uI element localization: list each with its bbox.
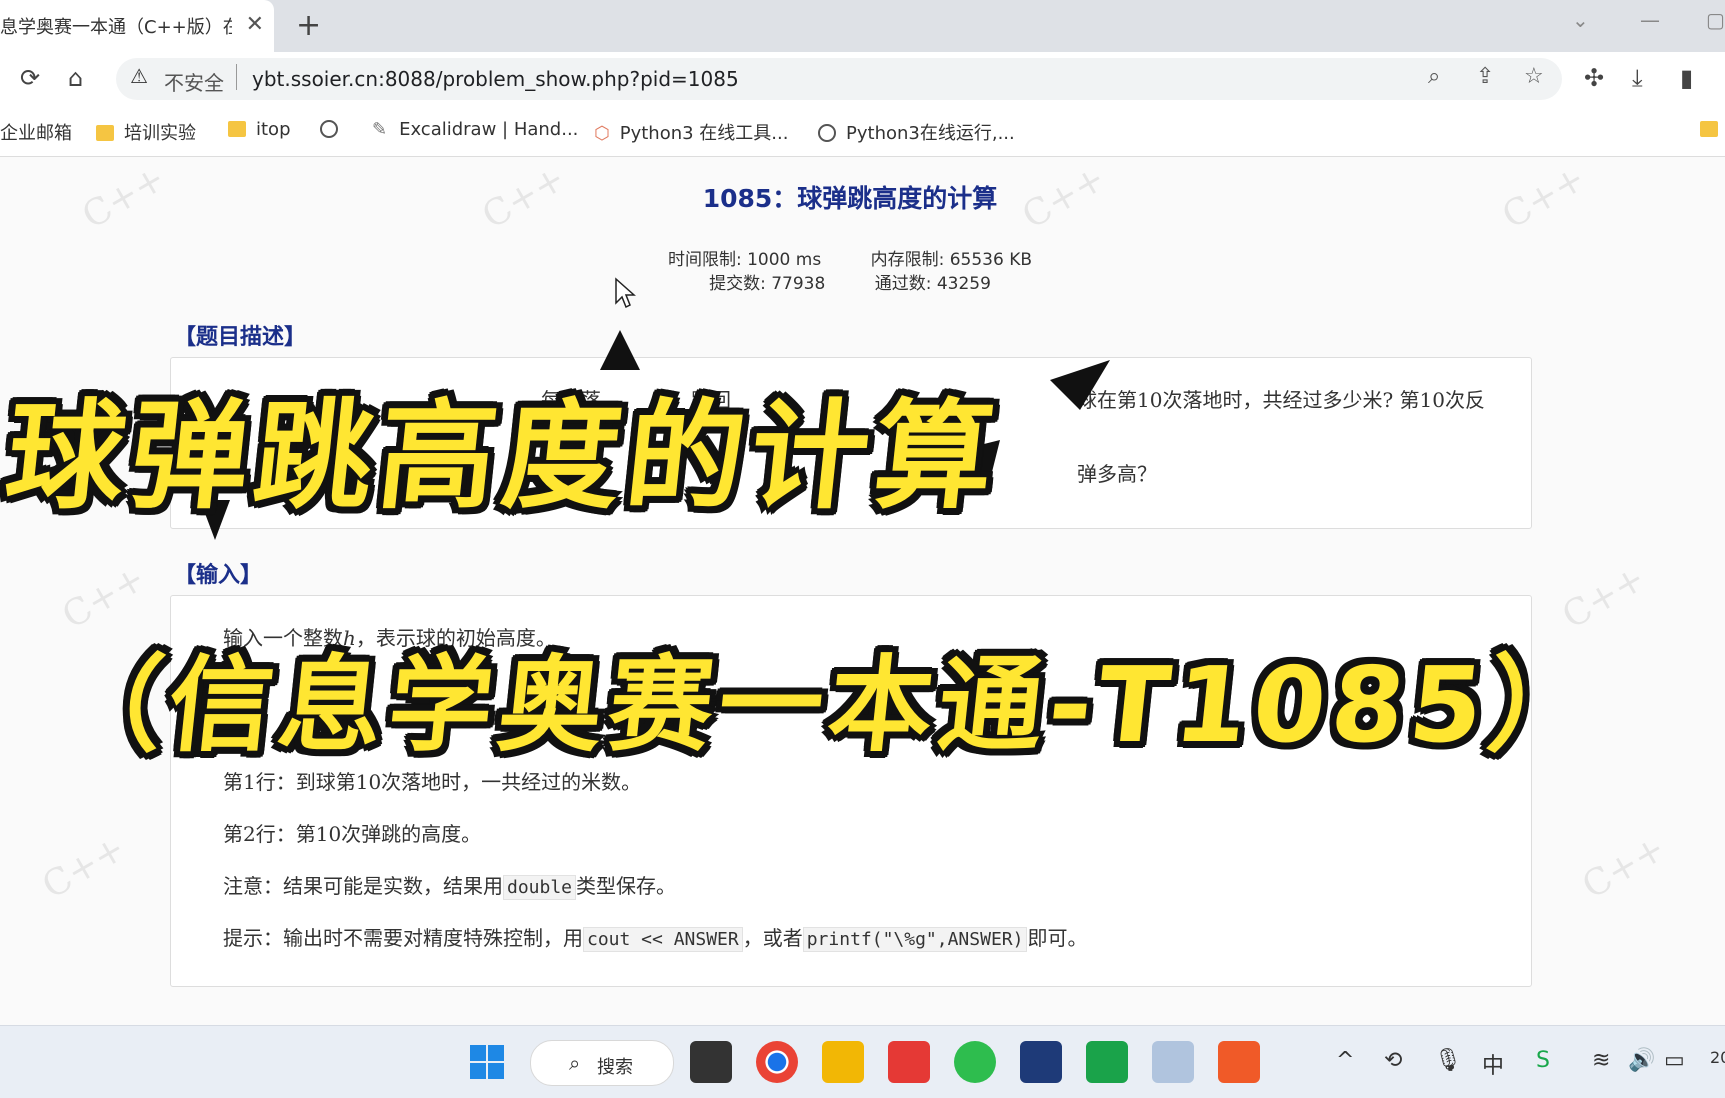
python-tool-icon: ⬡: [594, 123, 610, 144]
watermark: C++: [1575, 827, 1673, 908]
dev-cpp-icon[interactable]: [1020, 1041, 1062, 1083]
note-line: 注意：结果可能是实数，结果用 double 类型保存。: [223, 874, 677, 900]
globe-icon: [818, 124, 836, 142]
overlay-title: 球弹跳高度的计算: [0, 387, 1007, 525]
input-method-icon[interactable]: 中: [1482, 1048, 1504, 1080]
volume-icon[interactable]: 🔊: [1628, 1048, 1655, 1073]
share-icon[interactable]: ⇪: [1476, 64, 1494, 89]
search-icon: ⌕: [569, 1051, 581, 1075]
battery-icon[interactable]: ▭: [1664, 1048, 1685, 1073]
code-snippet: double: [503, 875, 577, 900]
time-limit: 时间限制: 1000 ms: [667, 250, 822, 270]
file-explorer-icon[interactable]: [822, 1041, 864, 1083]
globe-icon: [320, 120, 338, 138]
page-content: C++ C++ C++ C++ C++ C++ C++ C++ 1085：球弹跳…: [0, 157, 1725, 1025]
windows-start-icon[interactable]: [466, 1041, 508, 1083]
maximize-icon[interactable]: ▢: [1706, 8, 1725, 32]
code-snippet: cout << ANSWER: [583, 927, 743, 952]
warning-icon[interactable]: ⚠: [130, 64, 148, 88]
bookmarks-bar: 企业邮箱 培训实验 itop ✎ Excalidraw | Hand... ⬡ Py…: [0, 106, 1725, 157]
sogou-icon[interactable]: S: [1536, 1048, 1550, 1073]
search-label: 搜索: [597, 1057, 633, 1078]
input-heading: 【输入】: [174, 563, 263, 588]
tab-search-icon[interactable]: ⌄: [1572, 8, 1589, 32]
browser-toolbar: ⟳ ⌂ ⚠ 不安全 ybt.ssoier.cn:8088/problem_sho…: [0, 52, 1725, 106]
bookmark-item[interactable]: itop: [228, 119, 291, 140]
accepted-count: 通过数: 43259: [874, 274, 991, 294]
clock[interactable]: 20: [1710, 1048, 1725, 1067]
side-panel-icon[interactable]: ▮: [1680, 64, 1693, 92]
sync-icon[interactable]: ⟲: [1384, 1048, 1402, 1073]
hint-line: 提示：输出时不需要对精度特殊控制，用 cout << ANSWER ，或者 print…: [223, 926, 1088, 952]
wifi-icon[interactable]: ≋: [1592, 1048, 1610, 1073]
tab-title: 息学奥赛一本通（C++版）在线: [0, 17, 232, 38]
chevron-up-icon[interactable]: ^: [1336, 1048, 1354, 1073]
bookmark-item[interactable]: [320, 119, 348, 140]
camtasia-icon[interactable]: [1086, 1041, 1128, 1083]
microphone-icon[interactable]: 🎙: [1434, 1048, 1462, 1073]
code-snippet: printf("\%g",ANSWER): [802, 927, 1028, 952]
wechat-icon[interactable]: [954, 1041, 996, 1083]
extensions-icon[interactable]: ✣: [1584, 64, 1604, 92]
bookmark-item[interactable]: 企业邮箱: [0, 119, 72, 145]
chrome-icon[interactable]: [756, 1041, 798, 1083]
task-view-icon[interactable]: [690, 1041, 732, 1083]
excalidraw-icon: ✎: [372, 119, 388, 140]
address-divider: [236, 64, 237, 90]
security-label[interactable]: 不安全: [164, 67, 224, 96]
other-bookmarks[interactable]: [1700, 119, 1725, 140]
zoom-icon[interactable]: ⌕: [1428, 64, 1440, 89]
url-text[interactable]: ybt.ssoier.cn:8088/problem_show.php?pid=…: [252, 67, 739, 91]
wps-icon[interactable]: [888, 1041, 930, 1083]
new-tab-button[interactable]: +: [296, 8, 321, 43]
overlay-subtitle: （信息学奥赛一本通-T1085）: [52, 644, 1605, 766]
bookmark-item[interactable]: 培训实验: [96, 119, 196, 145]
bookmark-item[interactable]: ✎ Excalidraw | Hand...: [372, 119, 578, 140]
taskbar: ⌕ 搜索 ^ ⟲ 🎙 中 S ≋ 🔊 ▭ 20: [0, 1025, 1725, 1098]
mouse-cursor-icon: [615, 277, 636, 309]
tab-strip: 息学奥赛一本通（C++版）在线 ✕ + ⌄ — ▢: [0, 0, 1725, 52]
bookmark-item[interactable]: ⬡ Python3 在线工具...: [594, 119, 788, 145]
watermark: C++: [35, 827, 133, 908]
download-icon[interactable]: ⤓: [1632, 64, 1643, 92]
close-icon[interactable]: ✕: [246, 12, 264, 37]
home-icon[interactable]: ⌂: [68, 64, 83, 92]
reload-icon[interactable]: ⟳: [20, 64, 40, 92]
folder-icon: [1700, 121, 1718, 137]
recorder-icon[interactable]: [1218, 1041, 1260, 1083]
minimize-icon[interactable]: —: [1640, 8, 1660, 32]
limits-row: 时间限制: 1000 ms 内存限制: 65536 KB: [0, 245, 1700, 270]
output-line-2: 第2行：第10次弹跳的高度。: [223, 822, 482, 846]
taskbar-search[interactable]: ⌕ 搜索: [530, 1040, 674, 1086]
memory-limit: 内存限制: 65536 KB: [870, 250, 1033, 270]
folder-icon: [96, 125, 114, 141]
paint-icon[interactable]: [1152, 1041, 1194, 1083]
bookmark-item[interactable]: Python3在线运行,...: [818, 119, 1015, 145]
submission-count: 提交数: 77938: [709, 274, 826, 294]
stats-row: 提交数: 77938 通过数: 43259: [0, 269, 1700, 294]
folder-icon: [228, 121, 246, 137]
star-icon[interactable]: ☆: [1524, 64, 1544, 89]
problem-title: 1085：球弹跳高度的计算: [702, 184, 998, 213]
browser-tab[interactable]: 息学奥赛一本通（C++版）在线 ✕: [0, 0, 274, 52]
